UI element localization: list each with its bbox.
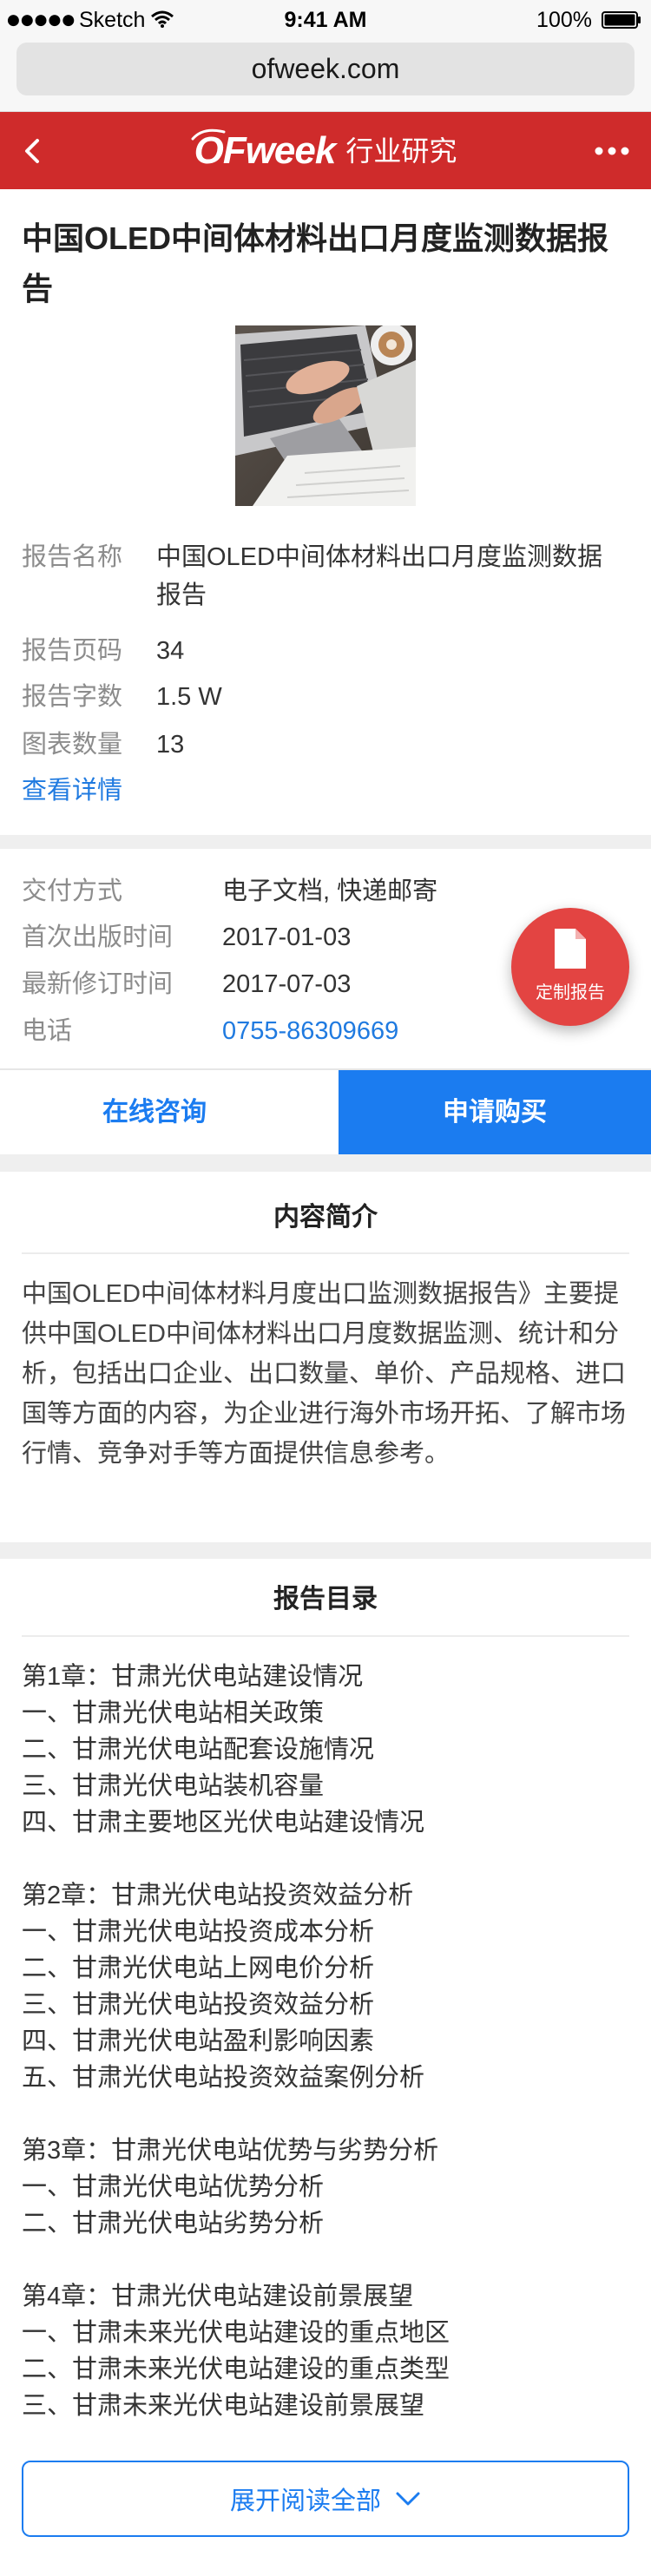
battery-percent: 100%: [536, 8, 592, 32]
browser-chrome: ●●●●● Sketch 9:41 AM 100% ofweek.com: [0, 0, 651, 112]
toc-item: 二、甘肃光伏电站上网电价分析: [22, 1955, 375, 1982]
expand-all-button[interactable]: 展开阅读全部: [22, 2461, 629, 2537]
section-divider: [0, 835, 651, 849]
site-logo[interactable]: OFweek 行业研究: [0, 112, 651, 189]
custom-report-button[interactable]: 定制报告: [511, 908, 629, 1026]
more-menu-button[interactable]: [590, 138, 634, 164]
info-label: 报告字数: [22, 683, 123, 711]
address-bar[interactable]: ofweek.com: [16, 43, 635, 95]
info-label: 交付方式: [22, 877, 123, 905]
report-title: 中国OLED中间体材料出口月度监测数据报告: [22, 220, 609, 306]
battery-icon: [602, 11, 641, 29]
toc-item: 二、甘肃光伏电站劣势分析: [22, 2210, 325, 2238]
toc-item: 一、甘肃光伏电站相关政策: [22, 1699, 325, 1727]
toc-item: 三、甘肃光伏电站装机容量: [22, 1772, 325, 1800]
toc-item: 一、甘肃光伏电站投资成本分析: [22, 1918, 375, 1946]
heading-rule: [22, 1252, 629, 1254]
info-label: 电话: [22, 1017, 73, 1045]
info-value: 2017-07-03: [222, 970, 352, 998]
toc-chapter-title: 第1章：甘肃光伏电站建设情况: [22, 1663, 364, 1691]
section-divider: [0, 1154, 651, 1172]
toc-item: 四、甘肃光伏电站盈利影响因素: [22, 2027, 375, 2055]
toc-item: 二、甘肃光伏电站配套设施情况: [22, 1736, 375, 1764]
intro-heading: 内容简介: [273, 1203, 378, 1232]
toc-item: 四、甘肃主要地区光伏电站建设情况: [22, 1809, 425, 1837]
info-label: 报告页码: [22, 637, 123, 665]
toc-chapter-title: 第4章：甘肃光伏电站建设前景展望: [22, 2283, 414, 2310]
info-label: 首次出版时间: [22, 923, 174, 951]
toc-item: 五、甘肃光伏电站投资效益案例分析: [22, 2064, 425, 2092]
info-value: 中国OLED中间体材料出口月度监测数据报告: [156, 543, 602, 609]
document-icon: [555, 929, 586, 969]
logo-swoosh-icon: [191, 128, 226, 140]
toc-chapter: 第3章：甘肃光伏电站优势与劣势分析 一、甘肃光伏电站优势分析 二、甘肃光伏电站劣…: [22, 2132, 629, 2242]
app-header: OFweek 行业研究: [0, 112, 651, 189]
logo-wordmark: OFweek: [191, 125, 336, 177]
toc-chapter: 第4章：甘肃光伏电站建设前景展望 一、甘肃未来光伏电站建设的重点地区 二、甘肃未…: [22, 2278, 629, 2424]
chevron-down-icon: [396, 2492, 420, 2506]
toc-item: 三、甘肃未来光伏电站建设前景展望: [22, 2392, 425, 2420]
toc-item: 一、甘肃光伏电站优势分析: [22, 2173, 325, 2201]
apply-purchase-button[interactable]: 申请购买: [339, 1070, 651, 1154]
custom-report-label: 定制报告: [536, 983, 605, 1002]
phone-link[interactable]: 0755-86309669: [222, 1012, 500, 1050]
info-value: 13: [156, 731, 185, 759]
info-value: 1.5 W: [156, 683, 222, 711]
toc-chapter: 第2章：甘肃光伏电站投资效益分析 一、甘肃光伏电站投资成本分析 二、甘肃光伏电站…: [22, 1877, 629, 2096]
toc-list: 第1章：甘肃光伏电站建设情况 一、甘肃光伏电站相关政策 二、甘肃光伏电站配套设施…: [22, 1659, 629, 2424]
toc-chapter: 第1章：甘肃光伏电站建设情况 一、甘肃光伏电站相关政策 二、甘肃光伏电站配套设施…: [22, 1659, 629, 1841]
info-label: 图表数量: [22, 731, 123, 759]
view-details-link[interactable]: 查看详情: [22, 772, 122, 810]
intro-paragraph: 中国OLED中间体材料月度出口监测数据报告》主要提供中国OLED中间体材料出口月…: [22, 1280, 627, 1468]
section-divider: [0, 1542, 651, 1559]
expand-all-label: 展开阅读全部: [229, 2487, 381, 2515]
toc-chapter-title: 第2章：甘肃光伏电站投资效益分析: [22, 1882, 414, 1909]
header-section-title: 行业研究: [345, 135, 457, 167]
more-dots-icon: [595, 147, 629, 155]
info-value: 34: [156, 637, 185, 665]
report-cover-image: [235, 325, 416, 506]
online-consult-button[interactable]: 在线咨询: [0, 1070, 339, 1154]
toc-item: 二、甘肃未来光伏电站建设的重点类型: [22, 2356, 450, 2383]
toc-item: 三、甘肃光伏电站投资效益分析: [22, 1991, 375, 2019]
info-label: 报告名称: [22, 543, 123, 571]
info-value: 电子文档, 快递邮寄: [222, 877, 438, 905]
toc-chapter-title: 第3章：甘肃光伏电站优势与劣势分析: [22, 2137, 439, 2165]
toc-item: 一、甘肃未来光伏电站建设的重点地区: [22, 2319, 450, 2347]
toc-heading: 报告目录: [273, 1585, 378, 1613]
info-label: 最新修订时间: [22, 970, 174, 998]
action-bar: 在线咨询 申请购买: [0, 1068, 651, 1154]
info-value: 2017-01-03: [222, 923, 352, 951]
heading-rule: [22, 1635, 629, 1637]
